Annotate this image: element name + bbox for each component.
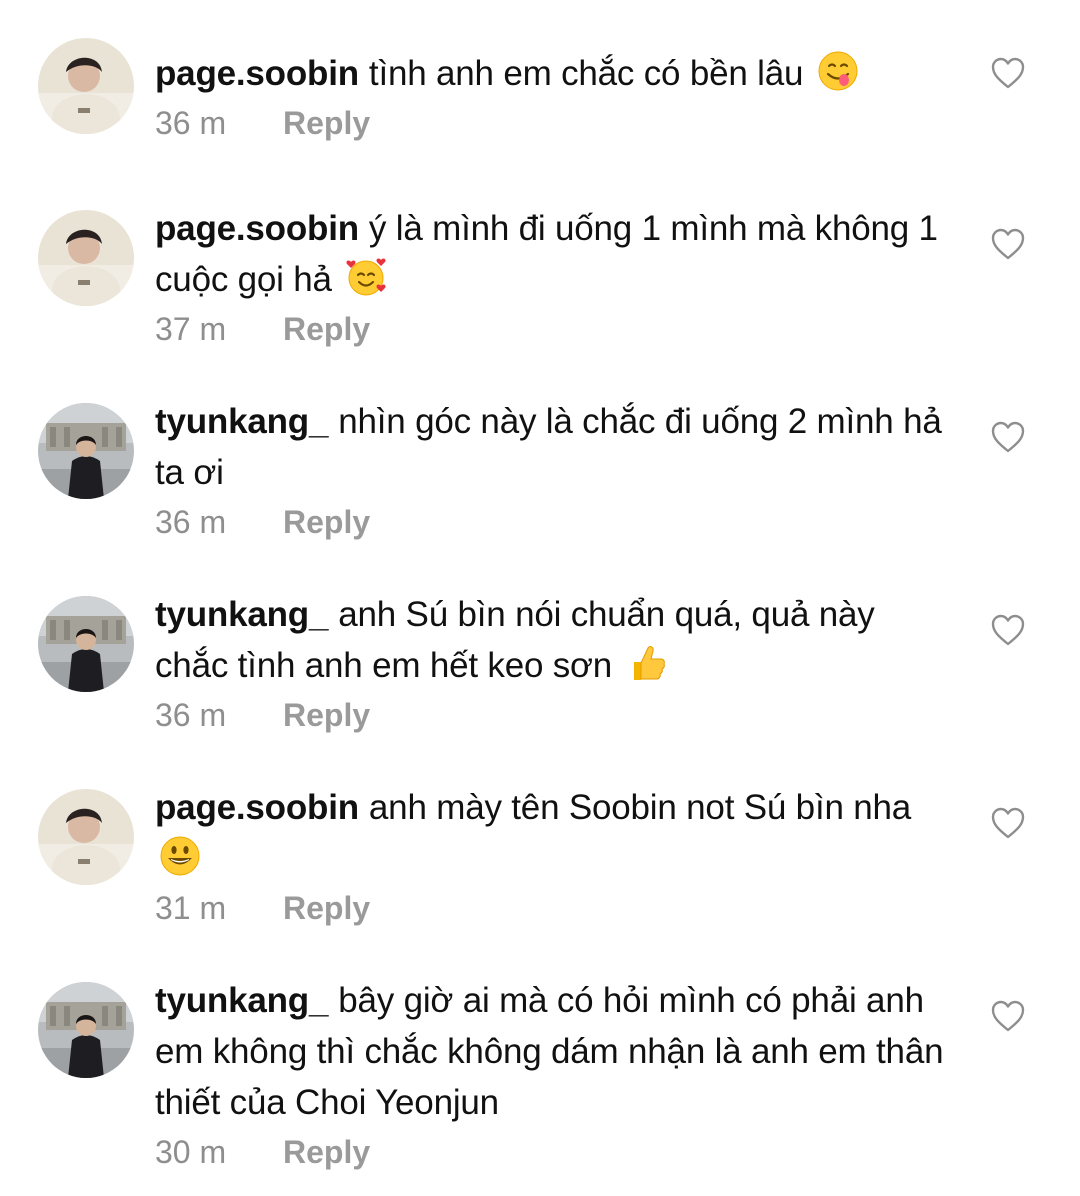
username-link[interactable]: tyunkang_ — [155, 402, 328, 441]
comment-body: page.soobin tình anh em chắc có bền lâu 3… — [155, 48, 955, 145]
comment-content: anh mày tên Soobin not Sú bìn nha — [368, 788, 912, 827]
grinning-face-emoji — [160, 836, 200, 876]
timestamp: 30 m — [155, 1134, 227, 1170]
comment-text: page.soobin anh mày tên Soobin not Sú bìn… — [155, 782, 955, 884]
comment-meta: 37 m Reply — [155, 311, 955, 351]
heart-outline-icon[interactable] — [990, 613, 1026, 647]
comment-body: tyunkang_ anh Sú bìn nói chuẩn quá, quả n… — [155, 589, 955, 737]
reply-button[interactable]: Reply — [283, 1134, 370, 1171]
timestamp: 36 m — [155, 697, 227, 733]
heart-outline-icon[interactable] — [990, 999, 1026, 1033]
comment-meta: 36 m Reply — [155, 697, 955, 737]
comment-body: tyunkang_ nhìn góc này là chắc đi uống 2 … — [155, 396, 955, 544]
avatar[interactable] — [38, 596, 134, 692]
reply-button[interactable]: Reply — [283, 311, 370, 348]
comment-text: tyunkang_ anh Sú bìn nói chuẩn quá, quả n… — [155, 589, 955, 691]
username-link[interactable]: tyunkang_ — [155, 981, 328, 1020]
avatar[interactable] — [38, 38, 134, 134]
avatar[interactable] — [38, 403, 134, 499]
comment-text: page.soobin tình anh em chắc có bền lâu — [155, 48, 955, 99]
smiling-face-with-hearts-emoji — [346, 258, 386, 296]
comment-meta: 36 m Reply — [155, 105, 955, 145]
avatar[interactable] — [38, 789, 134, 885]
reply-button[interactable]: Reply — [283, 105, 370, 142]
avatar[interactable] — [38, 210, 134, 306]
comment-meta: 36 m Reply — [155, 504, 955, 544]
heart-outline-icon[interactable] — [990, 227, 1026, 261]
reply-button[interactable]: Reply — [283, 504, 370, 541]
username-link[interactable]: tyunkang_ — [155, 595, 328, 634]
avatar[interactable] — [38, 982, 134, 1078]
comment-body: page.soobin anh mày tên Soobin not Sú bìn… — [155, 782, 955, 930]
username-link[interactable]: page.soobin — [155, 54, 359, 93]
comment-text: tyunkang_ nhìn góc này là chắc đi uống 2 … — [155, 396, 955, 498]
timestamp: 36 m — [155, 105, 227, 141]
heart-outline-icon[interactable] — [990, 806, 1026, 840]
timestamp: 31 m — [155, 890, 227, 926]
username-link[interactable]: page.soobin — [155, 209, 359, 248]
comment-content: tình anh em chắc có bền lâu — [368, 54, 804, 93]
reply-button[interactable]: Reply — [283, 890, 370, 927]
comment-body: page.soobin ý là mình đi uống 1 mình mà k… — [155, 203, 955, 351]
timestamp: 37 m — [155, 311, 227, 347]
comment-meta: 30 m Reply — [155, 1134, 955, 1174]
username-link[interactable]: page.soobin — [155, 788, 359, 827]
heart-outline-icon[interactable] — [990, 56, 1026, 90]
comment-text: page.soobin ý là mình đi uống 1 mình mà k… — [155, 203, 955, 305]
comment-meta: 31 m Reply — [155, 890, 955, 930]
comment-text: tyunkang_ bây giờ ai mà có hỏi mình có ph… — [155, 975, 955, 1128]
comment-body: tyunkang_ bây giờ ai mà có hỏi mình có ph… — [155, 975, 955, 1174]
thumbs-up-emoji — [633, 646, 665, 680]
timestamp: 36 m — [155, 504, 227, 540]
reply-button[interactable]: Reply — [283, 697, 370, 734]
heart-outline-icon[interactable] — [990, 420, 1026, 454]
yum-face-emoji — [818, 51, 858, 91]
